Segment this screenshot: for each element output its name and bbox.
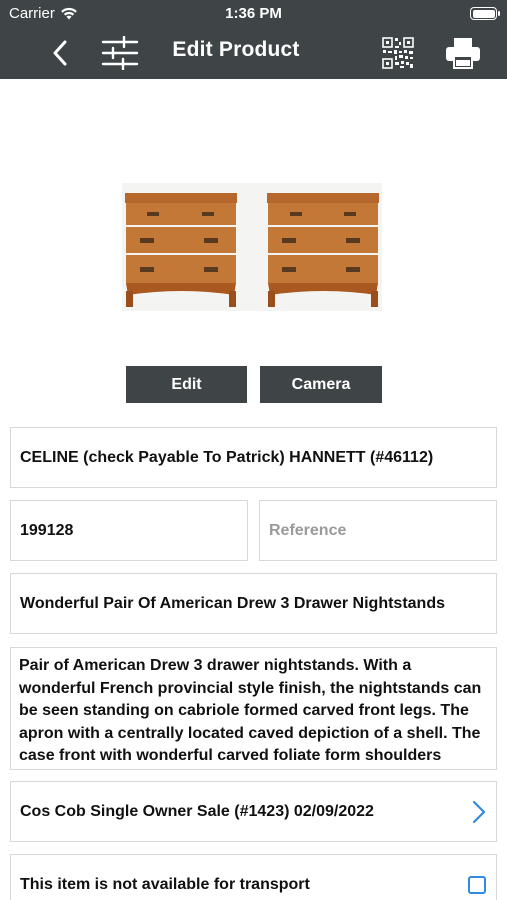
reference-placeholder: Reference	[269, 521, 347, 539]
battery-icon	[470, 7, 500, 20]
title-value: Wonderful Pair Of American Drew 3 Drawer…	[20, 594, 445, 612]
status-time: 1:36 PM	[225, 5, 282, 22]
product-photo[interactable]	[122, 183, 382, 311]
sale-row-arrow	[472, 782, 486, 841]
edit-button[interactable]: Edit	[126, 366, 247, 403]
printer-icon	[446, 38, 480, 69]
transport-row: This item is not available for transport	[10, 854, 497, 900]
qr-code-button[interactable]	[380, 34, 416, 72]
sale-row[interactable]: Cos Cob Single Owner Sale (#1423) 02/09/…	[10, 781, 497, 842]
sale-value: Cos Cob Single Owner Sale (#1423) 02/09/…	[20, 802, 374, 820]
reference-field[interactable]: Reference	[259, 500, 497, 561]
product-image-area	[0, 79, 507, 359]
description-value: Pair of American Drew 3 drawer nightstan…	[19, 657, 482, 764]
qr-code-icon	[382, 37, 414, 69]
transport-checkbox[interactable]	[468, 876, 486, 894]
top-bar: Carrier 1:36 PM Edit Product	[0, 0, 507, 79]
print-button[interactable]	[443, 34, 483, 72]
title-field[interactable]: Wonderful Pair Of American Drew 3 Drawer…	[10, 573, 497, 634]
right-nightstand	[267, 193, 379, 307]
navigation-bar: Edit Product	[0, 28, 507, 79]
left-nightstand	[125, 193, 237, 307]
consignor-field[interactable]: CELINE (check Payable To Patrick) HANNET…	[10, 427, 497, 488]
camera-button[interactable]: Camera	[260, 366, 382, 403]
status-bar: Carrier 1:36 PM	[0, 0, 507, 28]
consignor-value: CELINE (check Payable To Patrick) HANNET…	[20, 448, 434, 466]
item-number-field[interactable]: 199128	[10, 500, 248, 561]
item-number-value: 199128	[20, 521, 74, 539]
chevron-right-icon	[472, 800, 486, 823]
description-field[interactable]: Pair of American Drew 3 drawer nightstan…	[10, 647, 497, 770]
transport-label: This item is not available for transport	[20, 876, 310, 893]
